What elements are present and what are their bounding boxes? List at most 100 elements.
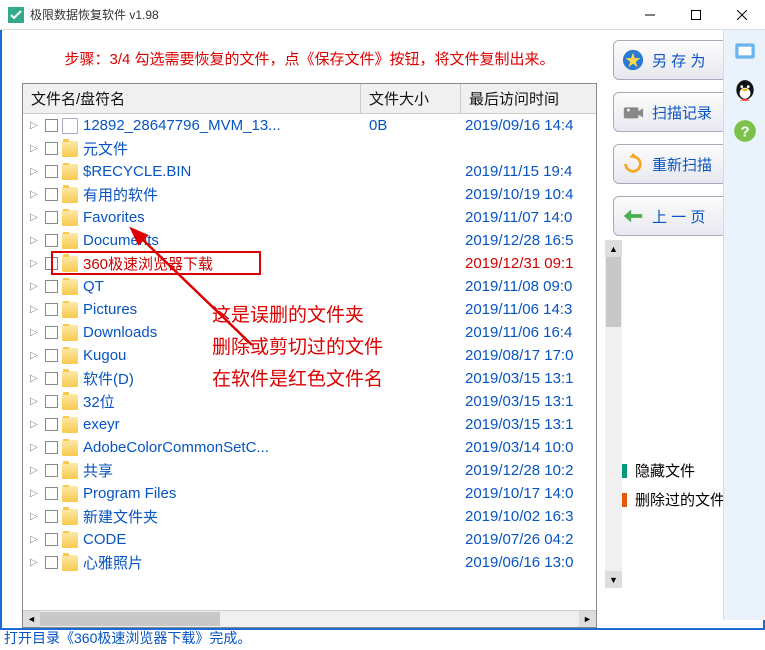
expand-icon[interactable]: ▷ xyxy=(27,189,41,200)
maximize-button[interactable] xyxy=(673,0,719,30)
file-row[interactable]: ▷exeyr2019/03/15 13:1 xyxy=(23,413,596,436)
file-checkbox[interactable] xyxy=(45,280,58,293)
file-row[interactable]: ▷12892_28647796_MVM_13...0B2019/09/16 14… xyxy=(23,114,596,137)
close-button[interactable] xyxy=(719,0,765,30)
expand-icon[interactable]: ▷ xyxy=(27,511,41,522)
file-name: Program Files xyxy=(83,485,176,502)
vscroll-thumb[interactable] xyxy=(606,257,621,327)
file-row[interactable]: ▷AdobeColorCommonSetC...2019/03/14 10:0 xyxy=(23,436,596,459)
file-list: ▷12892_28647796_MVM_13...0B2019/09/16 14… xyxy=(23,114,596,610)
file-name: CODE xyxy=(83,531,126,548)
expand-icon[interactable]: ▷ xyxy=(27,235,41,246)
file-checkbox[interactable] xyxy=(45,142,58,155)
header-name[interactable]: 文件名/盘符名 xyxy=(23,84,361,113)
file-checkbox[interactable] xyxy=(45,234,58,247)
file-checkbox[interactable] xyxy=(45,487,58,500)
file-checkbox[interactable] xyxy=(45,464,58,477)
expand-icon[interactable]: ▷ xyxy=(27,120,41,131)
expand-icon[interactable]: ▷ xyxy=(27,327,41,338)
expand-icon[interactable]: ▷ xyxy=(27,143,41,154)
refresh-icon xyxy=(622,153,644,175)
file-date: 2019/03/15 13:1 xyxy=(461,393,596,410)
file-row[interactable]: ▷Downloads2019/11/06 16:4 xyxy=(23,321,596,344)
file-row[interactable]: ▷心雅照片2019/06/16 13:0 xyxy=(23,551,596,574)
file-name: Downloads xyxy=(83,324,157,341)
expand-icon[interactable]: ▷ xyxy=(27,212,41,223)
file-checkbox[interactable] xyxy=(45,303,58,316)
file-name: 12892_28647796_MVM_13... xyxy=(83,117,281,134)
file-checkbox[interactable] xyxy=(45,418,58,431)
expand-icon[interactable]: ▷ xyxy=(27,534,41,545)
file-checkbox[interactable] xyxy=(45,510,58,523)
file-checkbox[interactable] xyxy=(45,372,58,385)
expand-icon[interactable]: ▷ xyxy=(27,488,41,499)
status-bar: 打开目录《360极速浏览器下载》完成。 xyxy=(4,628,251,648)
file-row[interactable]: ▷32位2019/03/15 13:1 xyxy=(23,390,596,413)
expand-icon[interactable]: ▷ xyxy=(27,350,41,361)
left-panel: 步骤：3/4 勾选需要恢复的文件，点《保存文件》按钮，将文件复制出来。 文件名/… xyxy=(2,30,605,628)
file-name: Pictures xyxy=(83,301,137,318)
file-row[interactable]: ▷ CODE 2019/07/26 04:2 xyxy=(23,528,596,551)
scroll-down-arrow[interactable]: ▼ xyxy=(605,571,622,588)
file-checkbox[interactable] xyxy=(45,556,58,569)
file-row[interactable]: ▷Kugou2019/08/17 17:0 xyxy=(23,344,596,367)
file-checkbox[interactable] xyxy=(45,257,58,270)
file-checkbox[interactable] xyxy=(45,211,58,224)
expand-icon[interactable]: ▷ xyxy=(27,281,41,292)
tool-strip: ? xyxy=(723,30,765,620)
file-row[interactable]: ▷$RECYCLE.BIN2019/11/15 19:4 xyxy=(23,160,596,183)
hscroll-thumb[interactable] xyxy=(40,612,220,626)
file-row[interactable]: ▷Program Files2019/10/17 14:0 xyxy=(23,482,596,505)
file-row[interactable]: ▷QT2019/11/08 09:0 xyxy=(23,275,596,298)
file-name: 新建文件夹 xyxy=(83,506,158,527)
expand-icon[interactable]: ▷ xyxy=(27,166,41,177)
expand-icon[interactable]: ▷ xyxy=(27,304,41,315)
file-row[interactable]: ▷360极速浏览器下载2019/12/31 09:1 xyxy=(23,252,596,275)
file-checkbox[interactable] xyxy=(45,326,58,339)
file-row[interactable]: ▷新建文件夹2019/10/02 16:3 xyxy=(23,505,596,528)
expand-icon[interactable]: ▷ xyxy=(27,419,41,430)
file-date: 2019/07/26 04:2 xyxy=(461,531,596,548)
file-row[interactable]: ▷Favorites2019/11/07 14:0 xyxy=(23,206,596,229)
back-arrow-icon xyxy=(622,205,644,227)
file-row[interactable]: ▷共享2019/12/28 10:2 xyxy=(23,459,596,482)
file-checkbox[interactable] xyxy=(45,165,58,178)
folder-icon xyxy=(62,509,78,525)
file-row[interactable]: ▷有用的软件2019/10/19 10:4 xyxy=(23,183,596,206)
folder-icon xyxy=(62,348,78,364)
file-checkbox[interactable] xyxy=(45,119,58,132)
scroll-right-arrow[interactable]: ► xyxy=(579,611,596,627)
vertical-scrollbar[interactable]: ▲ ▼ xyxy=(605,240,622,588)
file-name: $RECYCLE.BIN xyxy=(83,163,191,180)
file-row[interactable]: ▷软件(D)2019/03/15 13:1 xyxy=(23,367,596,390)
file-date: 2019/03/14 10:0 xyxy=(461,439,596,456)
horizontal-scrollbar[interactable]: ◄ ► xyxy=(23,610,596,627)
expand-icon[interactable]: ▷ xyxy=(27,396,41,407)
expand-icon[interactable]: ▷ xyxy=(27,258,41,269)
file-list-box: 文件名/盘符名 文件大小 最后访问时间 ▷ 12892_28647796_MVM_… xyxy=(22,83,597,628)
file-row[interactable]: ▷Documents2019/12/28 16:5 xyxy=(23,229,596,252)
file-checkbox[interactable] xyxy=(45,188,58,201)
folder-icon xyxy=(62,325,78,341)
file-checkbox[interactable] xyxy=(45,441,58,454)
tool-app-icon[interactable] xyxy=(732,38,758,64)
scroll-left-arrow[interactable]: ◄ xyxy=(23,611,40,627)
header-date[interactable]: 最后访问时间 xyxy=(461,84,596,113)
file-row[interactable]: ▷Pictures2019/11/06 14:3 xyxy=(23,298,596,321)
folder-icon xyxy=(62,141,78,157)
folder-icon xyxy=(62,486,78,502)
header-size[interactable]: 文件大小 xyxy=(361,84,461,113)
file-date: 2019/08/17 17:0 xyxy=(461,347,596,364)
expand-icon[interactable]: ▷ xyxy=(27,442,41,453)
expand-icon[interactable]: ▷ xyxy=(27,557,41,568)
expand-icon[interactable]: ▷ xyxy=(27,465,41,476)
file-checkbox[interactable] xyxy=(45,349,58,362)
tool-qq-icon[interactable] xyxy=(732,78,758,104)
file-row[interactable]: ▷元文件 xyxy=(23,137,596,160)
scroll-up-arrow[interactable]: ▲ xyxy=(605,240,622,257)
expand-icon[interactable]: ▷ xyxy=(27,373,41,384)
file-checkbox[interactable] xyxy=(45,533,58,546)
tool-help-icon[interactable]: ? xyxy=(732,118,758,144)
file-checkbox[interactable] xyxy=(45,395,58,408)
minimize-button[interactable] xyxy=(627,0,673,30)
